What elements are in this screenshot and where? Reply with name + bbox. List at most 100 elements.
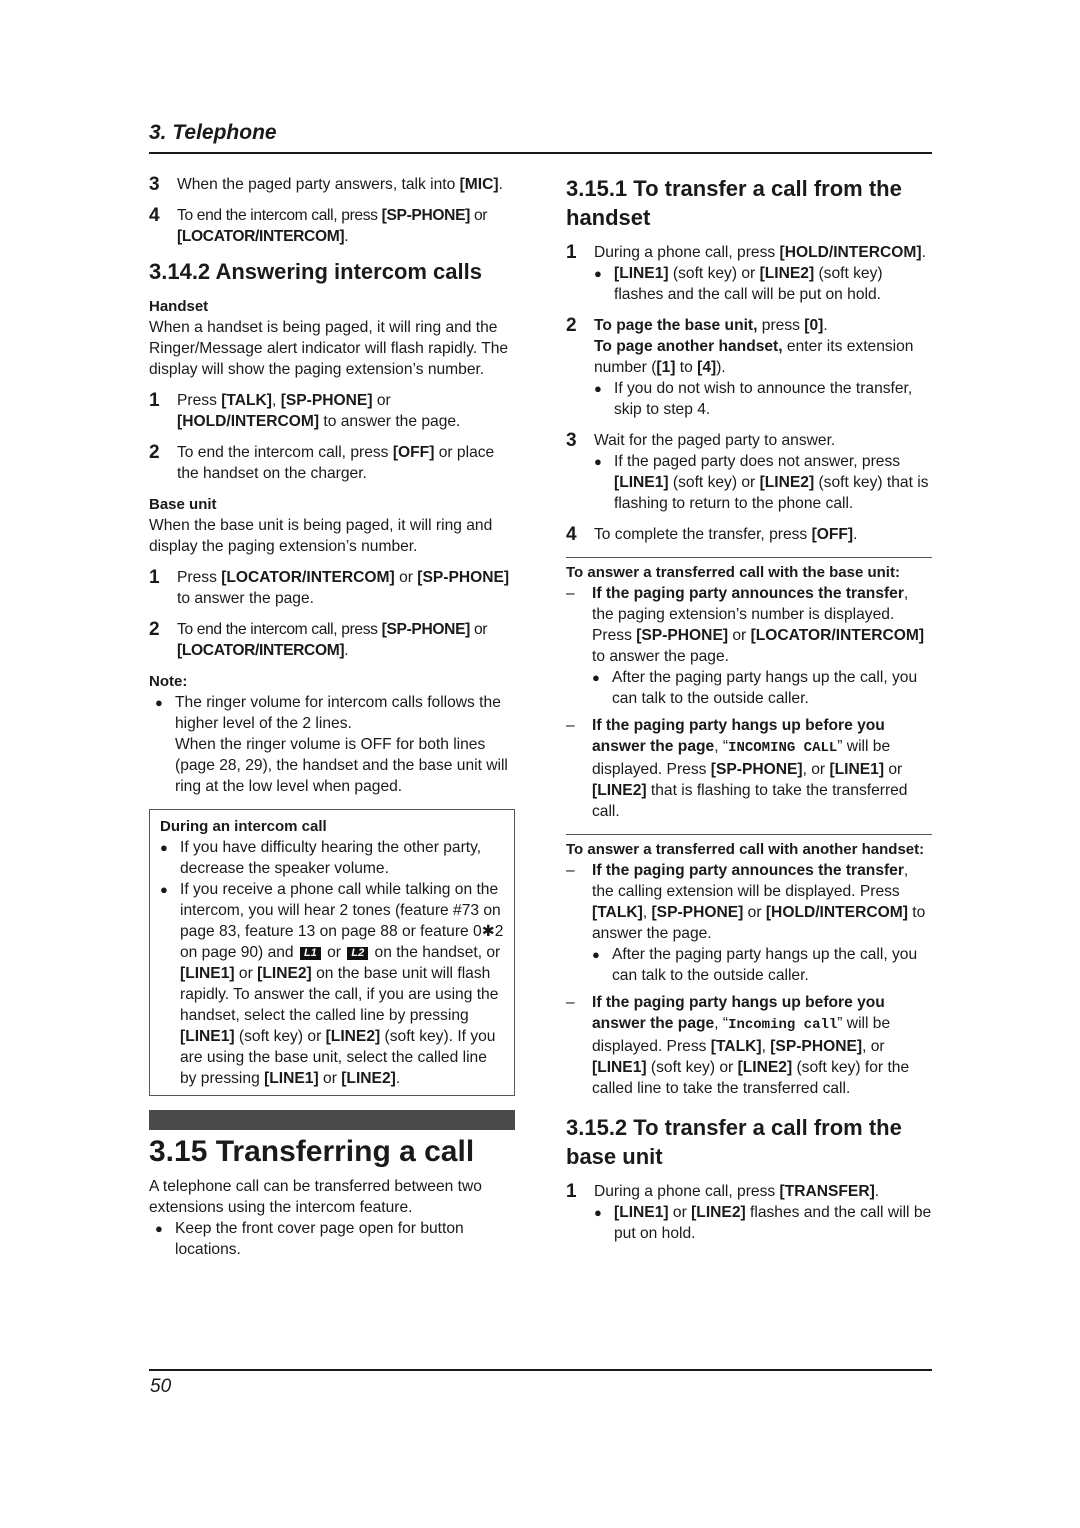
step-text: To end the intercom call, press	[177, 207, 382, 224]
punct: .	[344, 642, 349, 659]
dash-text: (soft key) or	[646, 1059, 738, 1076]
key-sp-phone: [SP-PHONE]	[381, 621, 471, 638]
key-sp-phone: [SP-PHONE]	[417, 569, 510, 586]
or-text: or	[323, 1070, 337, 1087]
dash-text: , “	[714, 738, 729, 755]
note-text-1: The ringer volume for intercom calls fol…	[175, 694, 501, 732]
or-text: or	[307, 1028, 322, 1045]
subheading-base-unit: Base unit	[149, 496, 217, 513]
bullet-text: If you have difficulty hearing the other…	[180, 839, 482, 877]
step-bullet: ● If the paged party does not answer, pre…	[594, 451, 932, 514]
answer-handset-case-2: – If the paging party hangs up before yo…	[566, 992, 932, 1099]
dash-text: , “	[714, 1015, 729, 1032]
or-text: or	[238, 965, 253, 982]
handset-step-2: 2 To end the intercom call, press [OFF] …	[149, 442, 515, 484]
dash-bullet: ● After the paging party hangs up the cal…	[592, 944, 932, 986]
bullet-icon: ●	[592, 947, 600, 962]
step-number: 4	[149, 205, 160, 226]
key-line1: [LINE1]	[592, 1059, 647, 1076]
intercom-tips-box: During an intercom call ● If you have di…	[149, 809, 515, 1096]
punct: ).	[716, 359, 726, 376]
soft-key-text: (soft key)	[238, 1028, 304, 1045]
step-text: Press	[177, 392, 222, 409]
bullet-text: (soft key) or	[668, 265, 760, 282]
base-step-1: 1 Press [LOCATOR/INTERCOM] or [SP-PHONE]…	[149, 567, 515, 609]
transfer-base-step-1: 1 During a phone call, press [TRANSFER].…	[566, 1181, 932, 1244]
section-title-from-base: 3.15.2 To transfer a call from the base …	[566, 1115, 902, 1169]
key-line2: [LINE2]	[759, 265, 815, 282]
punct: .	[874, 1183, 880, 1200]
step-text: or	[469, 621, 488, 638]
step-number: 1	[149, 390, 160, 411]
step-text: When the paged party answers, talk into	[177, 176, 460, 193]
bullet-text: If the paged party does not answer, pres…	[614, 453, 901, 470]
divider	[566, 834, 932, 835]
bullet-text: on the handset, or	[374, 944, 501, 961]
punct: .	[823, 317, 828, 334]
step-text: or	[394, 569, 418, 586]
key-sp-phone: [SP-PHONE]	[770, 1038, 863, 1055]
left-column: 3 When the paged party answers, talk int…	[149, 174, 515, 1260]
bullet-icon: ●	[594, 266, 602, 281]
step-text: to answer the page.	[177, 590, 314, 607]
key-line1: [LINE1]	[829, 761, 885, 778]
punct: .	[853, 526, 858, 543]
manual-page: 3. Telephone 3 When the paged party answ…	[0, 0, 1080, 1528]
key-line2: [LINE2]	[325, 1028, 381, 1045]
step-text: Press	[177, 569, 222, 586]
key-line1: [LINE1]	[180, 965, 235, 982]
dash-text: to answer the page.	[592, 648, 729, 665]
bold-text: To page the base unit,	[594, 317, 758, 334]
key-hold-intercom: [HOLD/INTERCOM]	[779, 244, 922, 261]
step-number: 1	[566, 1181, 577, 1202]
dash-text: or	[884, 761, 903, 778]
note-text-2: When the ringer volume is OFF for both l…	[175, 736, 508, 795]
subheading-handset: Handset	[149, 298, 209, 315]
key-line2: [LINE2]	[691, 1204, 746, 1221]
step-bullet: ● [LINE1] or [LINE2] flashes and the call…	[594, 1202, 932, 1244]
bullet-text: (soft key) or	[668, 474, 760, 491]
key-locator-intercom: [LOCATOR/INTERCOM]	[750, 627, 925, 644]
bullet-text: After the paging party hangs up the call…	[612, 946, 918, 984]
step-number: 2	[149, 619, 160, 640]
chapter-header: 3. Telephone	[149, 121, 277, 144]
dash-bullet: ● After the paging party hangs up the cal…	[592, 667, 932, 709]
handset-step-1: 1 Press [TALK], [SP-PHONE] or [HOLD/INTE…	[149, 390, 515, 432]
key-1: [1]	[656, 359, 676, 376]
bullet-icon: ●	[155, 695, 163, 710]
punct: .	[395, 1070, 401, 1087]
step-number: 2	[566, 315, 577, 336]
key-line2: [LINE2]	[737, 1059, 793, 1076]
bullet-icon: ●	[160, 882, 168, 897]
transferring-paragraph: A telephone call can be transferred betw…	[149, 1178, 482, 1216]
base-step-2: 2 To end the intercom call, press [SP-PH…	[149, 619, 515, 661]
punct: ,	[761, 1038, 771, 1055]
step-text: press	[757, 317, 805, 334]
bold-text: To page another handset,	[594, 338, 783, 355]
step-text: to answer the page.	[319, 413, 461, 430]
step-text: To end the intercom call, press	[177, 621, 382, 638]
bullet-icon: ●	[592, 670, 600, 685]
or-text: or	[327, 944, 341, 961]
section-bar	[149, 1110, 515, 1130]
key-line1: [LINE1]	[264, 1070, 319, 1087]
transfer-handset-step-4: 4 To complete the transfer, press [OFF].	[566, 524, 932, 545]
step-number: 3	[149, 174, 160, 195]
section-title-from-handset: 3.15.1 To transfer a call from the hands…	[566, 176, 902, 230]
step-4-end-intercom: 4 To end the intercom call, press [SP-PH…	[149, 205, 515, 247]
box-title: During an intercom call	[160, 818, 327, 835]
dash-icon: –	[566, 717, 575, 734]
bullet-icon: ●	[594, 381, 602, 396]
dash-icon: –	[566, 862, 575, 879]
transfer-handset-step-3: 3 Wait for the paged party to answer. ● I…	[566, 430, 932, 514]
subheading-answer-handset: To answer a transferred call with anothe…	[566, 841, 925, 858]
transfer-handset-step-1: 1 During a phone call, press [HOLD/INTER…	[566, 242, 932, 305]
key-sp-phone: [SP-PHONE]	[651, 904, 744, 921]
dash-text: , or	[802, 761, 830, 778]
key-0: [0]	[804, 317, 824, 334]
key-off: [OFF]	[811, 526, 854, 543]
key-sp-phone: [SP-PHONE]	[710, 761, 803, 778]
key-line1: [LINE1]	[180, 1028, 235, 1045]
key-4: [4]	[697, 359, 717, 376]
dash-text: or	[743, 904, 766, 921]
